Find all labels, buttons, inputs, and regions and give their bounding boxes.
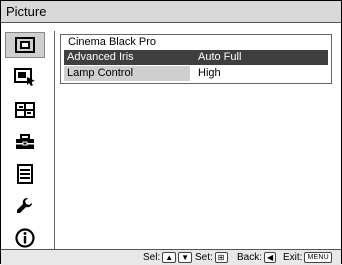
setting-label-advanced-iris: Advanced Iris [67, 51, 134, 63]
projector-menu-screen: Picture Cinema Black Pro Advanced Iris A… [0, 0, 342, 265]
list-icon [17, 164, 33, 184]
menu-title-bar: Picture [1, 1, 341, 23]
picture-icon [15, 37, 35, 53]
setting-value-advanced-iris: Auto Full [198, 51, 242, 63]
sidebar-item-installation[interactable] [5, 193, 45, 219]
panel-heading: Cinema Black Pro [68, 36, 157, 48]
setting-value-lamp-control: High [198, 67, 221, 79]
sidebar-item-advanced-picture[interactable] [5, 64, 45, 90]
menu-window: Picture Cinema Black Pro Advanced Iris A… [0, 0, 342, 265]
footer-back-hint: Back: ◀ [237, 252, 277, 263]
setting-label-lamp-control: Lamp Control [67, 67, 134, 79]
sidebar-item-function[interactable] [5, 161, 45, 187]
left-arrow-key-icon: ◀ [264, 252, 277, 263]
enter-key-icon: ⊞ [214, 252, 228, 263]
advanced-picture-icon [14, 68, 35, 86]
menu-sidebar [1, 23, 49, 248]
panel-heading-row: Cinema Black Pro [64, 35, 328, 50]
up-arrow-key-icon: ▲ [162, 252, 177, 263]
setting-row-lamp-control[interactable]: Lamp Control High [64, 66, 328, 81]
setting-row-advanced-iris[interactable]: Advanced Iris Auto Full [64, 50, 328, 65]
help-footer: Sel: ▲ ▼ Set: ⊞ Back: ◀ Exit: MENU [1, 249, 341, 265]
settings-panel: Cinema Black Pro Advanced Iris Auto Full… [60, 34, 332, 84]
screen-icon [15, 102, 35, 118]
sidebar-divider [54, 31, 55, 251]
information-icon [15, 228, 35, 248]
footer-exit-hint: Exit: MENU [283, 252, 332, 263]
menu-title: Picture [6, 4, 47, 19]
menu-key-icon: MENU [304, 252, 332, 263]
sidebar-item-information[interactable] [5, 225, 45, 251]
briefcase-icon [16, 134, 34, 149]
down-arrow-key-icon: ▼ [178, 252, 193, 263]
footer-set-hint: Set: ⊞ [195, 252, 228, 263]
sidebar-item-picture[interactable] [5, 32, 45, 58]
wrench-icon [17, 198, 32, 213]
sidebar-item-setup[interactable] [5, 129, 45, 155]
footer-select-hint: Sel: ▲ ▼ [143, 252, 193, 263]
sidebar-item-screen[interactable] [5, 97, 45, 123]
